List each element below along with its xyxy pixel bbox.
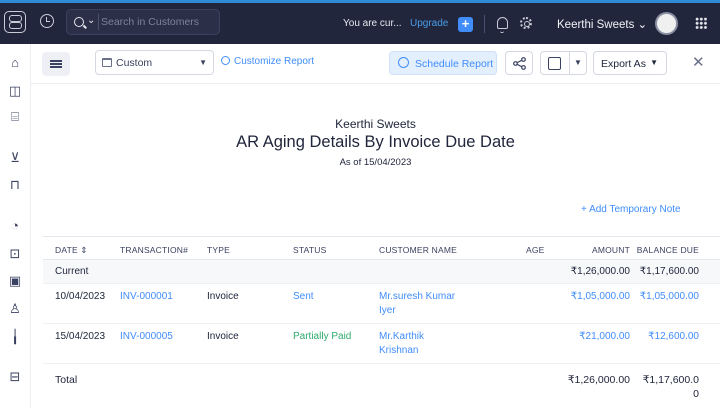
upgrade-link[interactable]: Upgrade: [410, 18, 448, 29]
column-balance-due: BALANCE DUE: [636, 245, 699, 255]
hamburger-icon: [50, 60, 62, 62]
column-transaction: TRANSACTION#: [120, 245, 189, 255]
row-customer-link[interactable]: Mr.Karthik Krishnan: [379, 330, 424, 358]
row-type: Invoice: [207, 331, 239, 342]
total-balance: ₹1,17,600.0 0: [642, 374, 699, 400]
print-button[interactable]: ▼: [540, 51, 587, 75]
group-amount: ₹1,26,000.00: [570, 266, 630, 277]
close-icon[interactable]: ✕: [692, 55, 705, 71]
row-date: 10/04/2023: [55, 291, 106, 302]
accountant-icon[interactable]: ⊡: [7, 247, 23, 261]
caret-down-icon[interactable]: ▼: [574, 58, 582, 67]
report-menu-button[interactable]: [42, 52, 70, 76]
organization-name: Keerthi Sweets: [557, 19, 635, 31]
report-toolbar: Custom ▼ Customize Report Schedule Repor…: [31, 44, 720, 84]
report-body: Keerthi Sweets AR Aging Details By Invoi…: [31, 84, 720, 408]
date-range-select[interactable]: Custom ▼: [95, 50, 214, 75]
caret-down-icon: ▼: [650, 58, 658, 67]
total-label: Total: [55, 374, 78, 386]
total-amount: ₹1,26,000.00: [567, 374, 630, 386]
search-icon[interactable]: [74, 17, 84, 27]
row-status: Partially Paid: [293, 331, 352, 342]
group-row: Current ₹1,26,000.00 ₹1,17,600.00: [43, 260, 720, 284]
report-title: AR Aging Details By Invoice Due Date: [236, 133, 515, 151]
search-input[interactable]: [101, 13, 217, 31]
group-balance: ₹1,17,600.00: [639, 266, 699, 277]
chevron-down-icon[interactable]: ⌄: [87, 15, 95, 26]
row-balance[interactable]: ₹1,05,000.00: [623, 290, 699, 304]
settings-icon[interactable]: [520, 17, 532, 29]
report-as-of-date: As of 15/04/2023: [339, 157, 412, 168]
documents-icon[interactable]: ⊟: [7, 370, 23, 384]
trial-notice: You are cur...: [343, 18, 402, 29]
share-icon: [513, 57, 526, 70]
sales-icon[interactable]: ⊻: [7, 151, 23, 165]
avatar[interactable]: [655, 12, 678, 35]
app-switcher-icon[interactable]: [4, 11, 26, 33]
ewaybill-icon[interactable]: ▣: [7, 274, 23, 288]
table-row: 15/04/2023 INV-000005 Invoice Partially …: [43, 324, 720, 364]
schedule-report-label: Schedule Report: [415, 58, 494, 70]
sidebar: ⌂ ◫ ⌸ ⊻ ⊓ ◔ ⊡ ▣ ♙ ╽ ⊟: [0, 44, 31, 408]
row-amount[interactable]: ₹21,000.00: [543, 330, 630, 344]
column-date[interactable]: DATE ⇕: [55, 245, 88, 256]
report-organization: Keerthi Sweets: [335, 117, 416, 131]
gear-icon: [221, 56, 230, 65]
row-type: Invoice: [207, 291, 239, 302]
items-icon[interactable]: ◫: [7, 84, 23, 98]
row-status: Sent: [293, 291, 314, 302]
schedule-report-button[interactable]: Schedule Report: [389, 51, 497, 75]
column-status: STATUS: [293, 245, 327, 255]
table-header: DATE ⇕ TRANSACTION# TYPE STATUS CUSTOMER…: [43, 236, 720, 260]
search-box[interactable]: ⌄: [66, 9, 220, 35]
row-amount[interactable]: ₹1,05,000.00: [543, 290, 630, 304]
apps-grid-icon[interactable]: [695, 17, 707, 29]
column-amount: AMOUNT: [591, 245, 630, 255]
sort-icon: ⇕: [80, 245, 88, 255]
home-icon[interactable]: ⌂: [7, 56, 23, 70]
topbar-divider: [484, 15, 485, 33]
date-range-value: Custom: [116, 57, 153, 69]
row-transaction-link[interactable]: INV-000001: [120, 290, 173, 304]
export-as-label: Export As: [601, 58, 646, 70]
customize-report-label: Customize Report: [234, 56, 315, 67]
printer-icon: [548, 57, 561, 70]
column-type: TYPE: [207, 245, 231, 255]
add-temporary-note-link[interactable]: + Add Temporary Note: [581, 204, 681, 215]
row-balance[interactable]: ₹12,600.00: [623, 330, 699, 344]
clock-icon: [398, 57, 409, 68]
row-date: 15/04/2023: [55, 331, 106, 342]
users-icon[interactable]: ♙: [7, 302, 23, 316]
purchases-icon[interactable]: ⊓: [7, 178, 23, 192]
group-label: Current: [55, 266, 89, 277]
row-customer-link[interactable]: Mr.suresh Kumar Iyer: [379, 290, 455, 318]
column-age: AGE: [526, 245, 545, 255]
organization-menu[interactable]: Keerthi Sweets ⌄: [557, 17, 647, 31]
caret-down-icon: ▼: [199, 58, 207, 67]
export-as-button[interactable]: Export As ▼: [593, 51, 667, 75]
table-row: 10/04/2023 INV-000001 Invoice Sent Mr.su…: [43, 284, 720, 324]
row-transaction-link[interactable]: INV-000005: [120, 330, 173, 344]
search-divider: [98, 14, 99, 30]
reports-icon[interactable]: ╽: [7, 330, 23, 344]
recent-activity-icon[interactable]: [40, 14, 54, 28]
notifications-icon[interactable]: [497, 17, 508, 33]
banking-icon[interactable]: ⌸: [7, 110, 23, 124]
total-row: Total ₹1,26,000.00 ₹1,17,600.0 0: [43, 364, 720, 408]
time-tracking-icon[interactable]: ◔: [7, 219, 23, 233]
customize-report-button[interactable]: Customize Report: [221, 56, 314, 67]
column-customer-name: CUSTOMER NAME: [379, 245, 458, 255]
share-button[interactable]: [505, 51, 533, 75]
top-navigation-bar: ⌄ You are cur... Upgrade + Keerthi Sweet…: [0, 0, 720, 44]
calendar-icon: [102, 58, 112, 67]
quick-create-button[interactable]: +: [458, 17, 473, 32]
